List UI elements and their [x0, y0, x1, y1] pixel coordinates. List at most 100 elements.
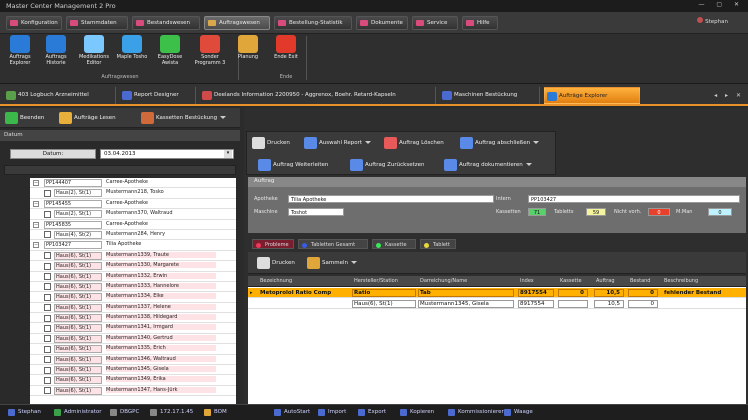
ribbon-button-5[interactable]: Sonder Programm 3 — [192, 35, 228, 66]
detail-drucken-button[interactable]: Drucken — [256, 256, 297, 270]
doc-tab-3[interactable]: Maschinen Bestückung — [440, 87, 540, 104]
tree-row[interactable]: Haus(6), St(1) Mustermann1332, Erwin — [30, 272, 236, 282]
checkbox[interactable] — [44, 335, 51, 343]
tree-row[interactable]: Haus(6), St(1) Mustermann1341, Irmgard — [30, 323, 236, 334]
grid-col-header[interactable]: Kassette — [560, 278, 590, 284]
sammeln-button[interactable]: Sammeln — [306, 256, 359, 270]
menu-4[interactable]: Bestellung-Statistik — [274, 16, 352, 30]
auftraege-lesen-button[interactable]: Aufträge Lesen — [58, 111, 118, 125]
grid-col-header[interactable]: Bestand — [630, 278, 660, 284]
doc-tab-4[interactable]: Aufträge Explorer — [544, 87, 640, 104]
datum-button[interactable]: Datum: — [10, 149, 96, 159]
grid-row[interactable]: ▸ Metoprolol Ratio Comp Ratio Tab 8917554 0 10… — [248, 288, 746, 298]
checkbox[interactable] — [44, 304, 51, 312]
tree-row[interactable]: − PP145835 Carree-Apotheke — [30, 220, 236, 230]
auftrag-abschliessen-button[interactable]: Auftrag abschließen — [459, 136, 541, 150]
menu-2[interactable]: Bestandswesen — [132, 16, 200, 30]
status-item-5[interactable]: AutoStart — [274, 409, 310, 416]
checkbox[interactable] — [44, 314, 51, 322]
doc-tab-0[interactable]: 403 Logbuch Arzneimittel — [4, 87, 116, 104]
grid-col-header[interactable]: Darreichung/Name — [420, 278, 516, 284]
tree-row[interactable]: Haus(6), St(1) Mustermann1334, Elke — [30, 292, 236, 303]
menu-7[interactable]: Hilfe — [462, 16, 498, 30]
status-item-6[interactable]: Import — [318, 409, 346, 416]
grid-col-header[interactable]: Hersteller/Station — [354, 278, 418, 284]
ribbon-button-4[interactable]: EasyDose Awista — [152, 35, 188, 66]
menu-3[interactable]: Auftragswesen — [204, 16, 270, 30]
status-item-7[interactable]: Export — [358, 409, 386, 416]
beenden-button[interactable]: Beenden — [4, 111, 46, 125]
tree-row[interactable]: − PP145455 Carree-Apotheke — [30, 199, 236, 210]
drucken-button[interactable]: Drucken — [251, 136, 292, 150]
detail-tab-1[interactable]: Tabletten Gesamt — [298, 239, 368, 249]
kassetten-bestueckung-button[interactable]: Kassetten Bestückung — [140, 111, 228, 125]
checkbox[interactable] — [44, 324, 51, 332]
order-tree[interactable]: − PP144407 Carree-Apotheke Haus(2), St(1) Mu… — [30, 178, 236, 404]
detail-tab-3[interactable]: Tablett — [420, 239, 456, 249]
intern-field[interactable]: PP103427 — [528, 195, 740, 203]
tree-row[interactable]: Haus(6), St(1) Mustermann1347, Hans-Jürk — [30, 386, 236, 397]
ribbon-button-3[interactable]: Maple Tosho — [114, 35, 150, 60]
tree-row[interactable]: Haus(6), St(1) Mustermann1349, Erika — [30, 375, 236, 386]
ribbon-button-7[interactable]: Ende Exit — [268, 35, 304, 60]
maschine-select[interactable]: Toshot — [288, 208, 344, 216]
tree-row[interactable]: Haus(6), St(1) Mustermann1339, Traute — [30, 251, 236, 262]
checkbox[interactable] — [44, 376, 51, 384]
auftrag-loeschen-button[interactable]: Auftrag Löschen — [383, 136, 446, 150]
checkbox[interactable] — [44, 231, 51, 239]
grid-col-header[interactable]: Beschreibung — [664, 278, 744, 284]
checkbox[interactable] — [44, 262, 51, 270]
tree-row[interactable]: Haus(2), St(1) Mustermann370, Waltraud — [30, 209, 236, 220]
tab-nav-arrows[interactable]: ◂ ▸ ✕ — [714, 92, 744, 99]
detail-tab-2[interactable]: Kassette — [372, 239, 416, 249]
menu-6[interactable]: Service — [412, 16, 458, 30]
ribbon-button-1[interactable]: Auftrags Historie — [38, 35, 74, 66]
menu-0[interactable]: Konfiguration — [6, 16, 62, 30]
status-item-9[interactable]: Kommissionierer — [448, 409, 504, 416]
ribbon-button-2[interactable]: Medikations Editor — [76, 35, 112, 66]
tree-row[interactable]: Haus(6), St(1) Mustermann1340, Gertrud — [30, 334, 236, 345]
tree-row[interactable]: Haus(2), St(1) Mustermann218, Tosko — [30, 188, 236, 199]
grid-col-header[interactable]: Auftrag — [596, 278, 626, 284]
checkbox[interactable] — [44, 293, 51, 301]
checkbox[interactable] — [44, 356, 51, 364]
user-label[interactable]: Stephan — [697, 17, 728, 25]
grid-col-header[interactable]: Bezeichnung — [260, 278, 350, 284]
expand-icon[interactable]: − — [33, 180, 39, 186]
ribbon-button-6[interactable]: Planung — [230, 35, 266, 60]
tree-row[interactable]: Haus(6), St(1) Mustermann1330, Margarete — [30, 261, 236, 272]
tree-row[interactable]: Haus(6), St(1) Mustermann1337, Helene — [30, 303, 236, 314]
ribbon-button-0[interactable]: Auftrags Explorer — [2, 35, 38, 66]
expand-icon[interactable]: − — [33, 200, 39, 207]
doc-tab-2[interactable]: Deelands Information 2200950 - Aggrenox,… — [200, 87, 436, 104]
checkbox[interactable] — [44, 345, 51, 353]
tree-row[interactable]: Haus(4), St(2) Mustermann284, Henry — [30, 230, 236, 241]
menu-1[interactable]: Stammdaten — [66, 16, 128, 30]
auftrag-weiterleiten-button[interactable]: Auftrag Weiterleiten — [257, 158, 330, 172]
status-item-8[interactable]: Kopieren — [400, 409, 434, 416]
checkbox[interactable] — [44, 387, 51, 395]
checkbox[interactable] — [44, 273, 51, 281]
checkbox[interactable] — [44, 210, 51, 218]
expand-icon[interactable]: − — [33, 242, 39, 249]
status-item-10[interactable]: Waage — [504, 409, 533, 416]
window-controls[interactable]: — ▢ ✕ — [698, 1, 744, 8]
tree-row[interactable]: − PP144407 Carree-Apotheke — [30, 178, 236, 189]
date-select[interactable]: 03.04.2013 ▾ — [100, 149, 234, 159]
grid-row[interactable]: Haus(6), St(1) Mustermann1345, Gisela 8917… — [248, 299, 746, 309]
detail-tab-0[interactable]: Probleme — [252, 239, 294, 249]
auswahl-report-button[interactable]: Auswahl Report — [303, 136, 373, 150]
apotheke-field[interactable]: Tilia Apotheke — [288, 195, 494, 203]
grid-col-header[interactable]: Index — [520, 278, 556, 284]
checkbox[interactable] — [44, 283, 51, 291]
auftrag-zuruecksetzen-button[interactable]: Auftrag Zurücksetzen — [349, 158, 427, 172]
menu-5[interactable]: Dokumente — [356, 16, 408, 30]
tree-row[interactable]: Haus(6), St(1) Mustermann1338, Hildegard — [30, 313, 236, 324]
expand-icon[interactable]: − — [33, 221, 39, 228]
checkbox[interactable] — [44, 252, 51, 260]
doc-tab-1[interactable]: Report Designer — [120, 87, 196, 104]
tree-row[interactable]: Haus(6), St(1) Mustermann1345, Gisela — [30, 365, 236, 376]
auftrag-dokumentieren-button[interactable]: Auftrag dokumentieren — [443, 158, 534, 172]
tree-row[interactable]: Haus(6), St(1) Mustermann1333, Hannelore — [30, 282, 236, 293]
checkbox[interactable] — [44, 366, 51, 374]
